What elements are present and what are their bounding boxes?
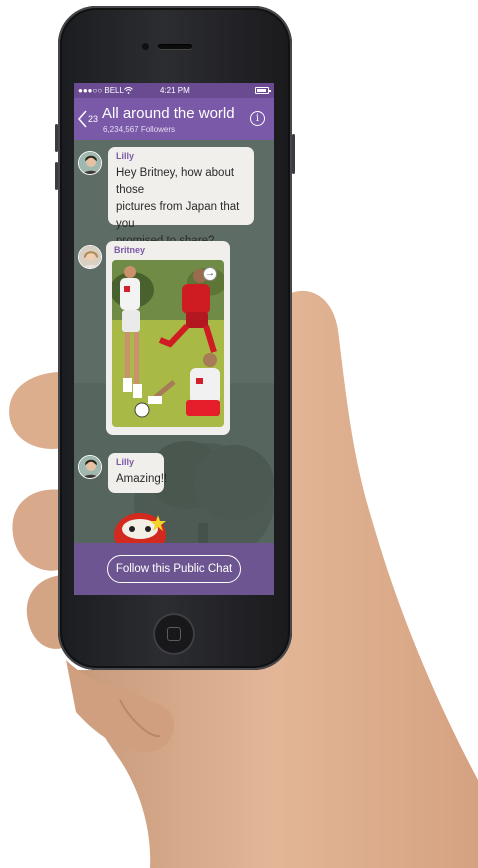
message-text: Amazing!! xyxy=(116,471,167,488)
volume-up-button xyxy=(55,124,58,152)
chat-title: All around the world xyxy=(102,105,235,122)
forward-icon[interactable]: → xyxy=(203,267,217,281)
message-bubble: Lilly Hey Britney, how about those pictu… xyxy=(108,147,254,247)
back-chevron-icon xyxy=(78,110,87,128)
avatar-britney xyxy=(78,245,102,269)
back-button[interactable]: 23 xyxy=(78,110,100,130)
message-bubble: Lilly Amazing!! xyxy=(108,453,167,493)
battery-icon xyxy=(255,87,271,94)
avatar-lilly xyxy=(78,151,102,175)
carrier-signal: ●●●○○ BELL xyxy=(78,86,124,95)
sender-name: Lilly xyxy=(116,151,135,161)
message-line: pictures from Japan that you xyxy=(116,201,240,230)
status-bar: ●●●○○ BELL 4:21 PM xyxy=(74,83,274,98)
sticker xyxy=(114,513,166,545)
followers-count: 6,234,567 Followers xyxy=(103,125,176,134)
follow-public-chat-button[interactable]: Follow this Public Chat xyxy=(107,555,241,583)
earpiece-speaker xyxy=(158,44,192,49)
front-camera xyxy=(142,43,149,50)
sender-name: Britney xyxy=(114,245,146,255)
app-screen: ●●●○○ BELL 4:21 PM 23 All around the wor… xyxy=(74,83,274,595)
status-time: 4:21 PM xyxy=(160,86,190,95)
sender-name: Lilly xyxy=(116,457,135,467)
message-text: Hey Britney, how about those pictures fr… xyxy=(116,165,254,250)
message-line: Amazing!! xyxy=(116,473,168,485)
home-button[interactable] xyxy=(153,613,195,655)
message-line: Hey Britney, how about those xyxy=(116,167,235,196)
shared-photo[interactable] xyxy=(112,260,224,427)
unread-count: 23 xyxy=(88,114,99,124)
power-button xyxy=(292,134,295,174)
chat-header: 23 All around the world 6,234,567 Follow… xyxy=(74,98,274,140)
photo-message-bubble[interactable]: Britney → xyxy=(106,241,230,435)
info-icon[interactable]: i xyxy=(250,111,265,126)
follow-bar: Follow this Public Chat xyxy=(74,543,274,595)
volume-down-button xyxy=(55,162,58,190)
wifi-icon xyxy=(124,87,133,94)
avatar-lilly xyxy=(78,455,102,479)
